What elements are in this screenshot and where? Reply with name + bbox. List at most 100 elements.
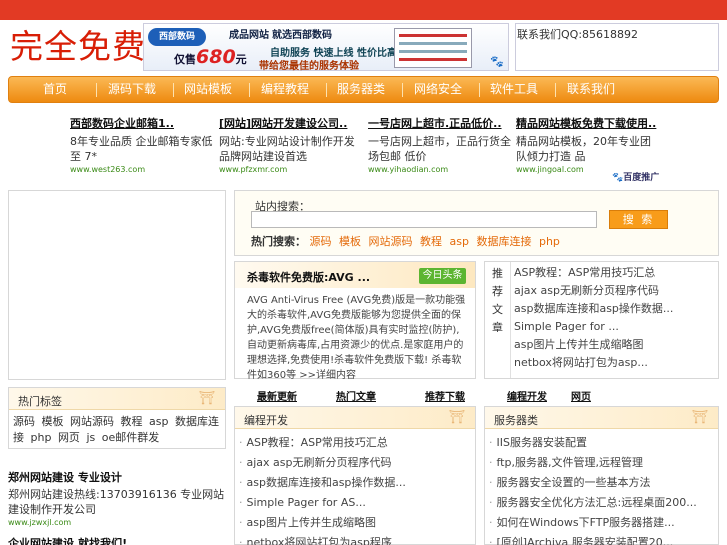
tab-programming[interactable]: 编程开发 bbox=[507, 388, 547, 403]
search-button[interactable]: 搜 索 bbox=[609, 210, 668, 229]
nav-security[interactable]: 网络安全 bbox=[403, 77, 473, 102]
list-item[interactable]: · ajax asp无刷新分页程序代码 bbox=[239, 453, 475, 473]
west-banner-ad[interactable]: 西部数码 成品网站 就选西部数码 仅售680元 自助服务 快速上线 性价比高 带给… bbox=[143, 23, 509, 72]
tag-link[interactable]: js bbox=[86, 431, 95, 444]
recommended-articles: 推荐 文章 ASP教程：ASP常用技巧汇总 ajax asp无刷新分页程序代码 … bbox=[484, 261, 719, 379]
hot-search-term[interactable]: 教程 bbox=[420, 235, 442, 248]
banner-shot-line bbox=[399, 58, 467, 61]
list-item[interactable]: Simple Pager for ... bbox=[514, 318, 673, 336]
banner-slogan: 带给您最佳的服务体验 bbox=[259, 61, 359, 72]
nav-contact[interactable]: 联系我们 bbox=[556, 77, 626, 102]
nav-home[interactable]: 首页 bbox=[20, 77, 90, 102]
hot-search-term[interactable]: php bbox=[539, 235, 560, 248]
ad-title[interactable]: 一号店网上超市.正品低价.. bbox=[368, 115, 513, 131]
list-item[interactable]: · ftp,服务器,文件管理,远程管理 bbox=[489, 453, 718, 473]
nav-source-download[interactable]: 源码下载 bbox=[97, 77, 167, 102]
bullet-icon: · bbox=[489, 436, 493, 449]
list-item[interactable]: · 服务器安全优化方法汇总:远程桌面200... bbox=[489, 493, 718, 513]
list-item[interactable]: · netbox将网站打包为asp程序 bbox=[239, 533, 475, 545]
hot-search-term[interactable]: 数据库连接 bbox=[476, 235, 531, 248]
ad-desc: 网站:专业网站设计制作开发 品牌网站建设首选 bbox=[219, 135, 355, 163]
text-ad[interactable]: 西部数码企业邮箱1.. 8年专业品质 企业邮箱专家低至 7* www.west2… bbox=[70, 115, 215, 174]
nav-tutorials[interactable]: 编程教程 bbox=[250, 77, 320, 102]
tag-link[interactable]: 网页 bbox=[58, 431, 80, 444]
ad-url: www.jzwxjl.com bbox=[8, 518, 72, 527]
recommended-heading-line: 文章 bbox=[492, 303, 503, 334]
list-item[interactable]: asp图片上传并生成缩略图 bbox=[514, 336, 673, 354]
recommended-list: ASP教程：ASP常用技巧汇总 ajax asp无刷新分页程序代码 asp数据库… bbox=[514, 264, 673, 372]
banner-title-main: 成品网站 bbox=[229, 30, 269, 41]
headline-title[interactable]: 杀毒软件免费版:AVG ... bbox=[247, 269, 370, 285]
list-item[interactable]: ajax asp无刷新分页程序代码 bbox=[514, 282, 673, 300]
tag-link[interactable]: 源码 bbox=[13, 415, 35, 428]
list-item-label: [原创]Archiva 服务器安装配置20... bbox=[496, 536, 674, 545]
list-item-label: ajax asp无刷新分页程序代码 bbox=[246, 456, 392, 469]
hot-search-term[interactable]: 网站源码 bbox=[369, 235, 413, 248]
tab-downloads[interactable]: 推荐下载 bbox=[425, 388, 465, 403]
tag-link[interactable]: asp bbox=[149, 415, 168, 428]
tab-popular[interactable]: 热门文章 bbox=[336, 388, 376, 403]
hot-tags-title: 热门标签 bbox=[18, 395, 62, 408]
hot-search-term[interactable]: asp bbox=[450, 235, 469, 248]
list-item[interactable]: · 如何在Windows下FTP服务器搭建... bbox=[489, 513, 718, 533]
list-item[interactable]: · Simple Pager for AS... bbox=[239, 493, 475, 513]
tag-link[interactable]: php bbox=[31, 431, 52, 444]
tag-link[interactable]: 模板 bbox=[42, 415, 64, 428]
site-logo[interactable]: 完全免费 bbox=[10, 25, 146, 69]
tag-cloud: 源码 模板 网站源码 教程 asp 数据库连接 php 网页 js oe邮件群发 bbox=[9, 410, 225, 446]
bullet-icon: · bbox=[489, 496, 493, 509]
programming-box: 编程开发 ⛩ · ASP教程：ASP常用技巧汇总 · ajax asp无刷新分页程序代… bbox=[234, 406, 476, 545]
nav-templates[interactable]: 网站模板 bbox=[173, 77, 243, 102]
list-item[interactable]: · IIS服务器安装配置 bbox=[489, 433, 718, 453]
bullet-icon: · bbox=[239, 456, 243, 469]
hot-search-term[interactable]: 模板 bbox=[339, 235, 361, 248]
tab-latest[interactable]: 最新更新 bbox=[257, 388, 297, 403]
programming-list: · ASP教程：ASP常用技巧汇总 · ajax asp无刷新分页程序代码 · asp… bbox=[235, 429, 475, 545]
recommended-heading: 推荐 文章 bbox=[485, 262, 511, 378]
list-item[interactable]: asp数据库连接和asp操作数据... bbox=[514, 300, 673, 318]
banner-price: 仅售680元 bbox=[174, 46, 247, 68]
server-list: · IIS服务器安装配置 · ftp,服务器,文件管理,远程管理 · 服务器安全设置的… bbox=[485, 429, 718, 545]
baidu-promo-link[interactable]: 🐾百度推广 bbox=[612, 170, 659, 183]
list-item-label: 服务器安全设置的一些基本方法 bbox=[496, 476, 651, 489]
pagoda-icon: ⛩ bbox=[691, 410, 708, 425]
ad-desc: 一号店网上超市，正品行货全场包邮 低价 bbox=[368, 135, 511, 163]
hot-searches: 热门搜索： 源码 模板 网站源码 教程 asp 数据库连接 php bbox=[251, 233, 564, 249]
pagoda-icon: ⛩ bbox=[198, 391, 215, 406]
ad-url: www.pfzxmr.com bbox=[219, 165, 288, 174]
search-input[interactable] bbox=[251, 211, 597, 228]
text-ad[interactable]: 一号店网上超市.正品低价.. 一号店网上超市，正品行货全场包邮 低价 www.y… bbox=[368, 115, 513, 174]
list-item[interactable]: · ASP教程：ASP常用技巧汇总 bbox=[239, 433, 475, 453]
paw-icon: 🐾 bbox=[612, 173, 624, 183]
ad-title[interactable]: [网站]网站开发建设公司.. bbox=[219, 115, 364, 131]
bullet-icon: · bbox=[239, 496, 243, 509]
list-item[interactable]: · 服务器安全设置的一些基本方法 bbox=[489, 473, 718, 493]
list-item[interactable]: · asp数据库连接和asp操作数据... bbox=[239, 473, 475, 493]
nav-software[interactable]: 软件工具 bbox=[479, 77, 549, 102]
ad-title[interactable]: 企业网站建设,就找我们! bbox=[8, 535, 226, 545]
hot-tags-box: 热门标签 ⛩ 源码 模板 网站源码 教程 asp 数据库连接 php 网页 js … bbox=[8, 387, 226, 449]
hot-search-term[interactable]: 源码 bbox=[310, 235, 332, 248]
tag-link[interactable]: oe邮件群发 bbox=[102, 431, 160, 444]
left-ad-slot bbox=[8, 190, 226, 380]
bullet-icon: · bbox=[239, 476, 243, 489]
tag-link[interactable]: 教程 bbox=[121, 415, 143, 428]
list-item[interactable]: · asp图片上传并生成缩略图 bbox=[239, 513, 475, 533]
server-box: 服务器类 ⛩ · IIS服务器安装配置 · ftp,服务器,文件管理,远程管理 · 服务… bbox=[484, 406, 719, 545]
ad-title[interactable]: 郑州网站建设 专业设计 bbox=[8, 469, 226, 485]
bullet-icon: · bbox=[239, 536, 243, 545]
list-item-label: asp数据库连接和asp操作数据... bbox=[246, 476, 406, 489]
tab-web[interactable]: 网页 bbox=[571, 388, 591, 403]
tag-link[interactable]: 网站源码 bbox=[70, 415, 114, 428]
ad-title[interactable]: 西部数码企业邮箱1.. bbox=[70, 115, 215, 131]
bullet-icon: · bbox=[489, 456, 493, 469]
text-ad[interactable]: [网站]网站开发建设公司.. 网站:专业网站设计制作开发 品牌网站建设首选 ww… bbox=[219, 115, 364, 174]
nav-servers[interactable]: 服务器类 bbox=[326, 77, 396, 102]
list-item[interactable]: ASP教程：ASP常用技巧汇总 bbox=[514, 264, 673, 282]
ad-url: www.west263.com bbox=[70, 165, 146, 174]
text-ad[interactable]: 精品网站模板免费下载使用.. 精品网站模板，20年专业团队倾力打造 品 www.… bbox=[516, 115, 661, 174]
list-item[interactable]: netbox将网站打包为asp... bbox=[514, 354, 673, 372]
list-item[interactable]: · [原创]Archiva 服务器安装配置20... bbox=[489, 533, 718, 545]
bottom-text-ad[interactable]: 郑州网站建设 专业设计 郑州网站建设热线:13703916136 专业网站建设制… bbox=[8, 469, 226, 545]
ad-title[interactable]: 精品网站模板免费下载使用.. bbox=[516, 115, 661, 131]
